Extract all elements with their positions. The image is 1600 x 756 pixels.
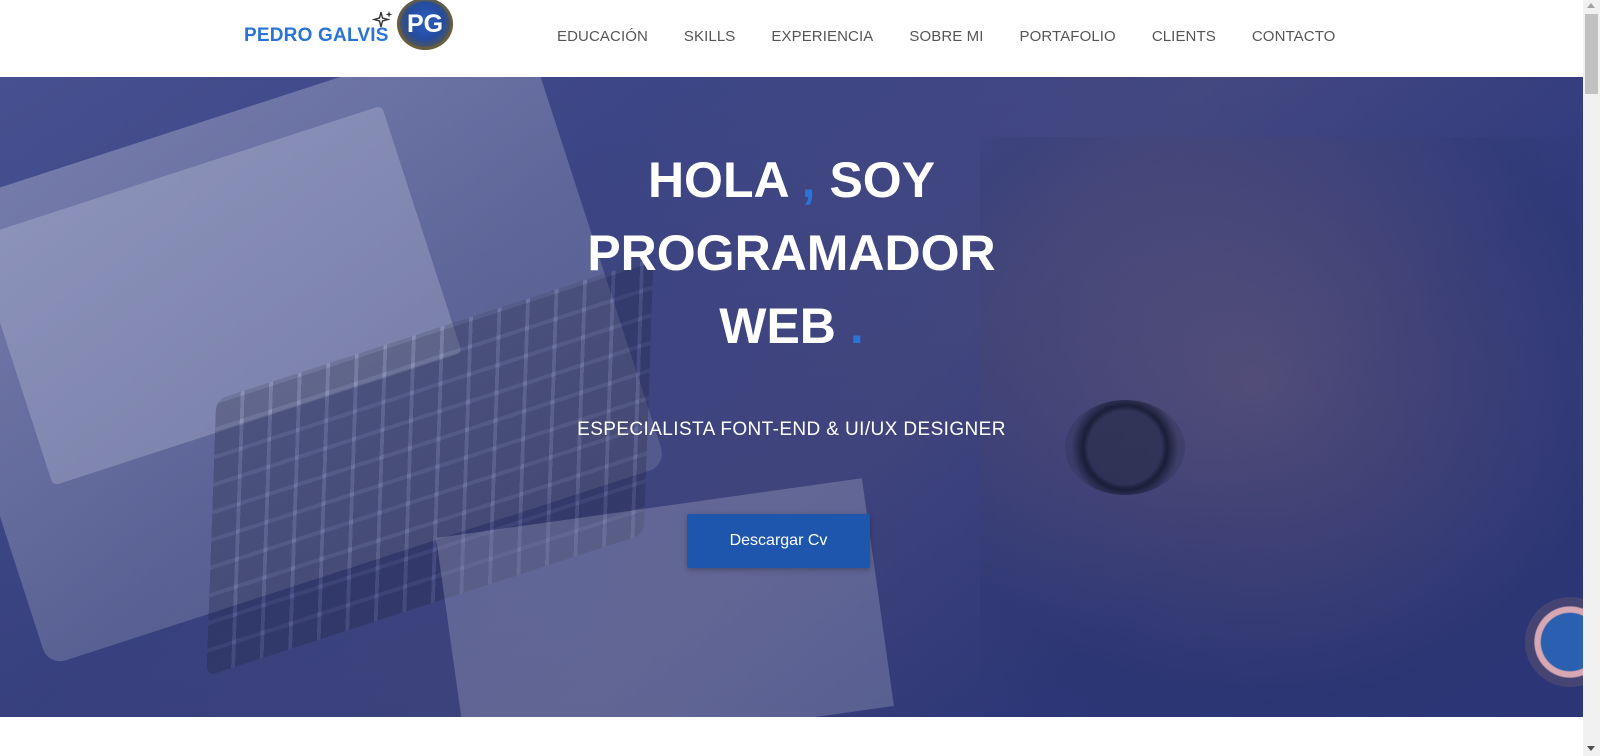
- nav-link-skills[interactable]: SKILLS: [684, 28, 735, 45]
- nav-link-educacion[interactable]: EDUCACIÓN: [557, 28, 648, 45]
- brand-link[interactable]: PEDRO GALVIS PG: [244, 0, 453, 77]
- hero-title-line-3: WEB .: [0, 290, 1583, 363]
- hero-title: HOLA , SOY PROGRAMADOR WEB .: [0, 144, 1583, 363]
- hero-title-line-1: HOLA , SOY: [0, 144, 1583, 217]
- logo-badge: PG: [397, 0, 453, 50]
- nav-link-contacto[interactable]: CONTACTO: [1252, 28, 1336, 45]
- hero-title-comma: ,: [801, 152, 816, 208]
- nav-link-sobre-mi[interactable]: SOBRE MI: [909, 28, 983, 45]
- hero-title-hola: HOLA: [647, 152, 788, 208]
- nav-link-experiencia[interactable]: EXPERIENCIA: [771, 28, 873, 45]
- next-section: [0, 717, 1583, 756]
- page-scrollbar[interactable]: [1583, 0, 1600, 756]
- main-nav: EDUCACIÓN SKILLS EXPERIENCIA SOBRE MI PO…: [557, 0, 1335, 72]
- nav-link-clients[interactable]: CLIENTS: [1152, 28, 1216, 45]
- hero-title-soy: SOY: [829, 152, 936, 208]
- hero-title-web: WEB: [719, 298, 836, 354]
- scroll-thumb[interactable]: [1585, 14, 1598, 94]
- hero-title-dot: .: [849, 298, 864, 354]
- brand-name: PEDRO GALVIS: [244, 24, 389, 46]
- hero-background-watch: [1065, 400, 1185, 495]
- scroll-down-arrow-icon[interactable]: [1587, 746, 1595, 751]
- navbar: PEDRO GALVIS PG EDUCACIÓN SKILLS EXPERIE…: [0, 0, 1583, 77]
- scroll-up-arrow-icon[interactable]: [1587, 3, 1595, 8]
- hero-title-line-2: PROGRAMADOR: [587, 225, 996, 281]
- hero-section: HOLA , SOY PROGRAMADOR WEB . ESPECIALIST…: [0, 77, 1583, 717]
- download-cv-button[interactable]: Descargar Cv: [687, 514, 870, 568]
- nav-link-portafolio[interactable]: PORTAFOLIO: [1020, 28, 1116, 45]
- hero-subtitle: ESPECIALISTA FONT-END & UI/UX DESIGNER: [577, 419, 1006, 440]
- sparkle-icon: [371, 10, 394, 37]
